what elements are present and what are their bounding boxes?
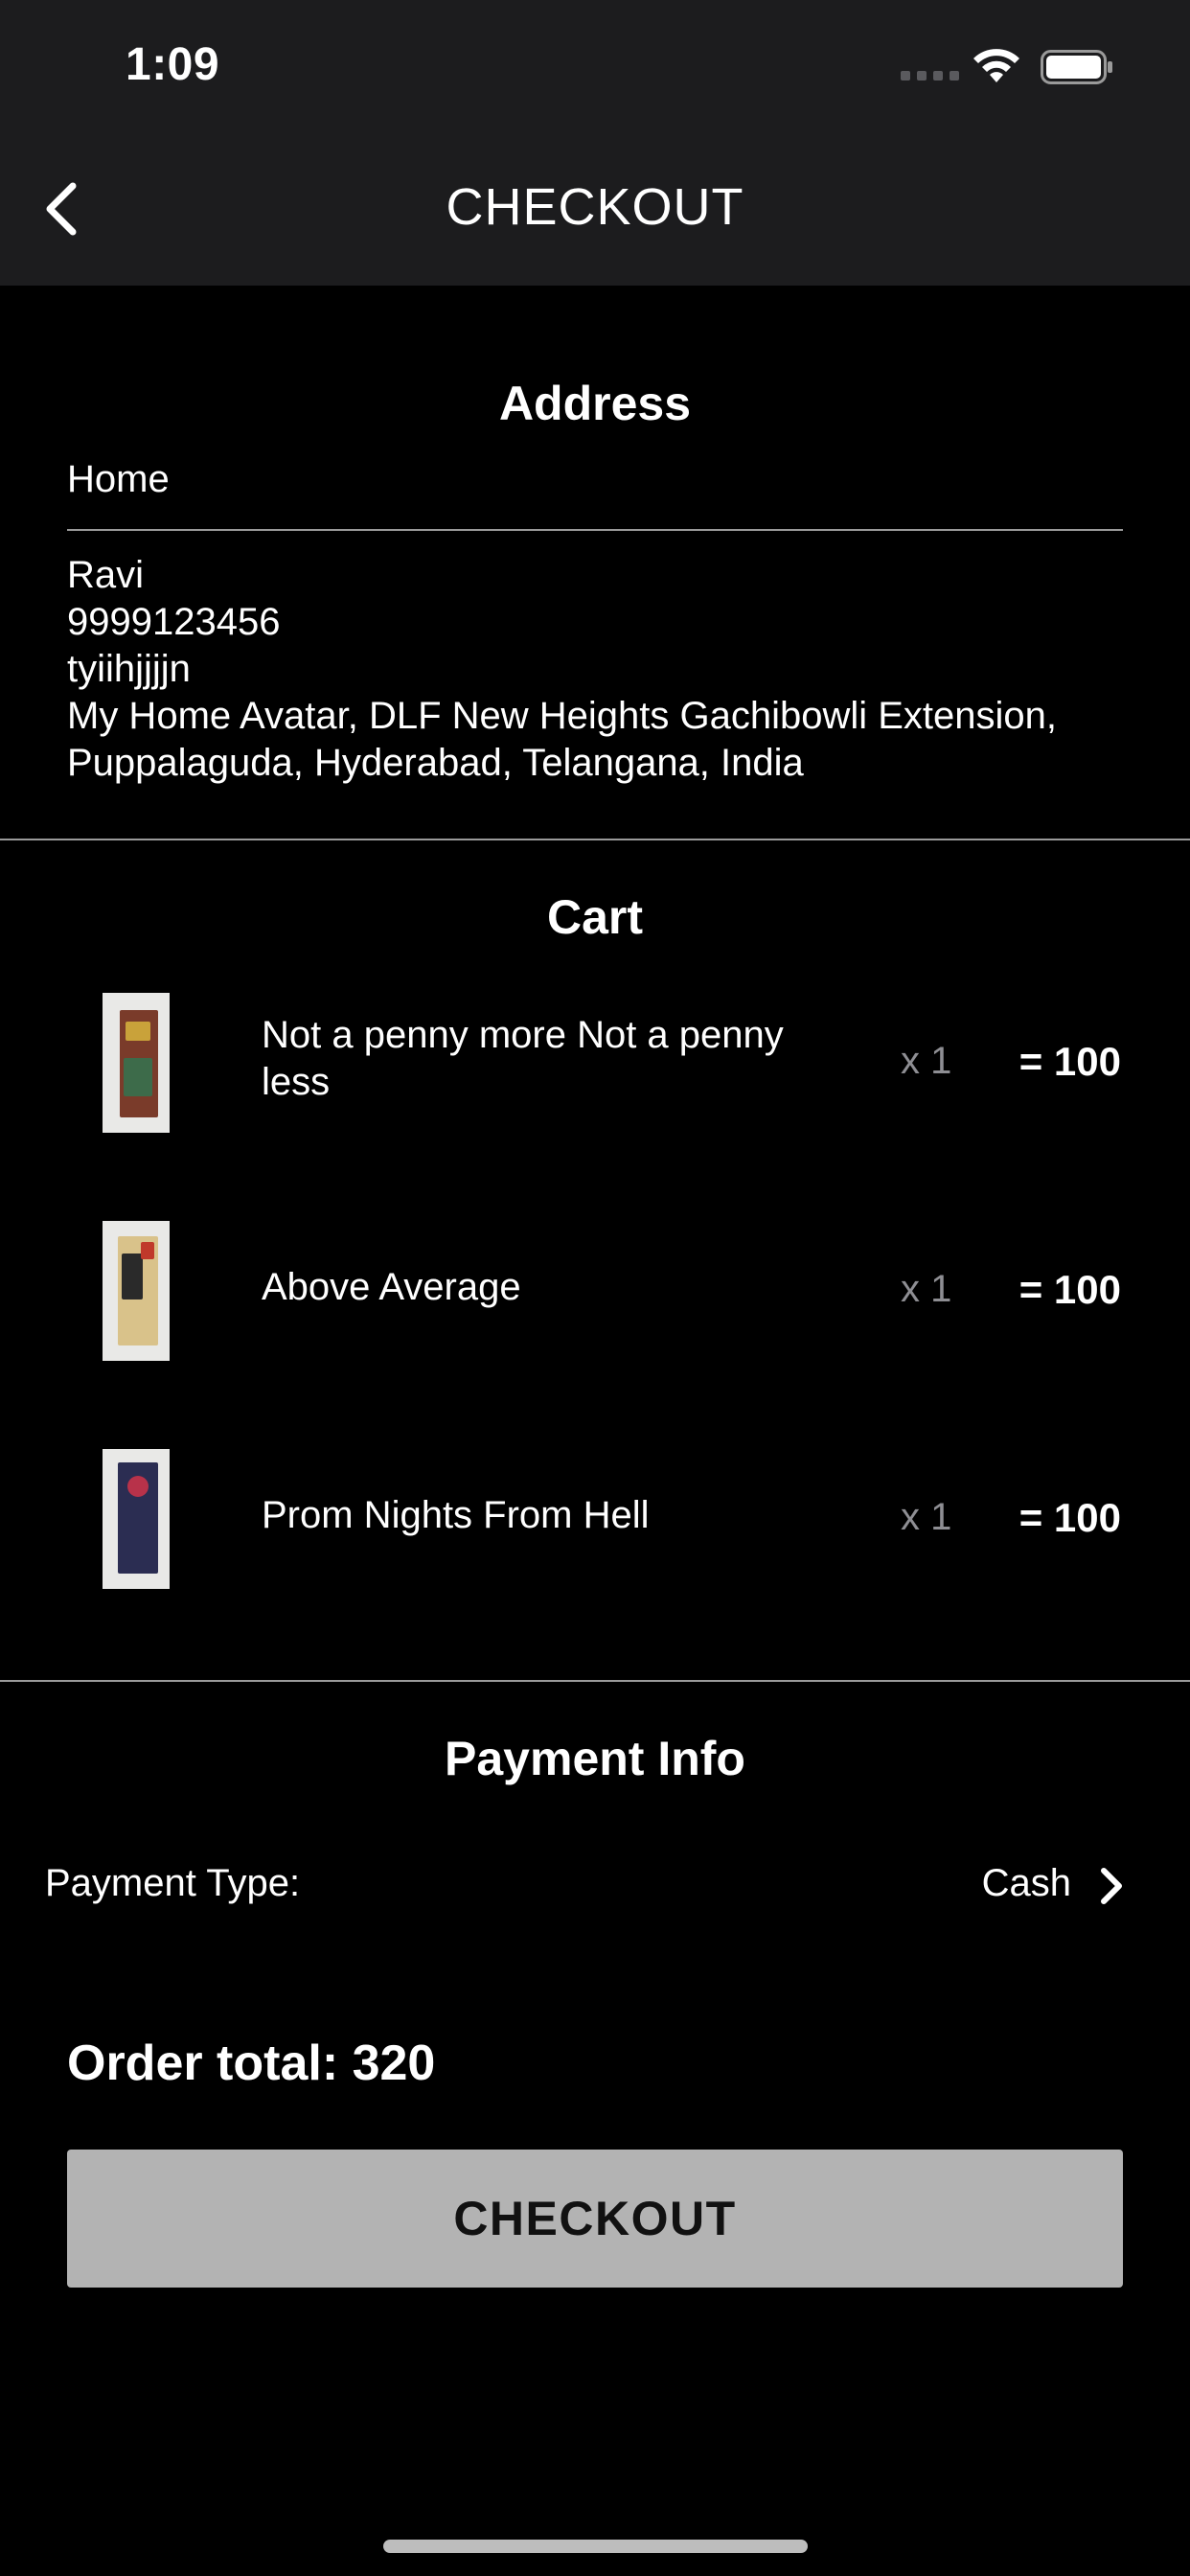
cart-item-total: = 100 <box>1018 1495 1121 1540</box>
address-name: Ravi <box>67 554 145 596</box>
signal-dots-icon <box>901 71 959 80</box>
order-total-label: Order total: <box>67 2036 339 2091</box>
order-total-value: 320 <box>352 2036 436 2091</box>
address-phone: 9999123456 <box>67 601 281 643</box>
cart-item-name: Not a penny more Not a penny less <box>262 1014 784 1103</box>
top-bar: 1:09 CHECKOUT <box>0 0 1190 286</box>
battery-icon <box>1041 50 1112 84</box>
address-line-1: tyiihjjjjn <box>67 648 191 690</box>
address-label[interactable]: Home <box>67 458 170 501</box>
book-cover-image <box>103 1221 170 1361</box>
book-cover-image <box>103 1449 170 1589</box>
payment-type-value[interactable]: Cash <box>982 1862 1071 1905</box>
cart-item-name: Above Average <box>262 1266 521 1308</box>
wifi-icon <box>973 49 1019 82</box>
address-details: Ravi 9999123456 tyiihjjjjn My Home Avata… <box>67 552 1140 787</box>
checkout-button[interactable]: CHECKOUT <box>67 2150 1123 2288</box>
address-label-underline <box>67 529 1123 531</box>
cart-item[interactable]: Above Average x 1 = 100 <box>0 1221 1190 1365</box>
cart-item-total: = 100 <box>1018 1039 1121 1084</box>
cart-item-qty: x 1 <box>901 1496 952 1538</box>
cart-heading: Cart <box>546 890 644 944</box>
checkout-button-label: CHECKOUT <box>453 2192 737 2245</box>
payment-type-label: Payment Type: <box>45 1862 301 1904</box>
cart-item-name: Prom Nights From Hell <box>262 1494 650 1536</box>
order-total: Order total: 320 <box>67 2035 435 2092</box>
home-indicator[interactable] <box>383 2540 808 2553</box>
status-time: 1:09 <box>126 39 220 90</box>
book-cover-image <box>103 993 170 1133</box>
address-heading: Address <box>498 377 692 430</box>
cart-item[interactable]: Not a penny more Not a penny less x 1 = … <box>0 993 1190 1137</box>
address-line-3: Puppalaguda, Hyderabad, Telangana, India <box>67 742 804 784</box>
address-line-2: My Home Avatar, DLF New Heights Gachibow… <box>67 695 1058 737</box>
payment-heading: Payment Info <box>445 1732 745 1785</box>
chevron-right-icon[interactable] <box>1098 1867 1125 1905</box>
cart-item-qty: x 1 <box>901 1040 952 1082</box>
cart-item-qty: x 1 <box>901 1268 952 1310</box>
cart-item[interactable]: Prom Nights From Hell x 1 = 100 <box>0 1449 1190 1593</box>
section-divider <box>0 1680 1190 1682</box>
nav-title: CHECKOUT <box>446 178 744 236</box>
cart-item-total: = 100 <box>1018 1267 1121 1312</box>
section-divider <box>0 839 1190 840</box>
